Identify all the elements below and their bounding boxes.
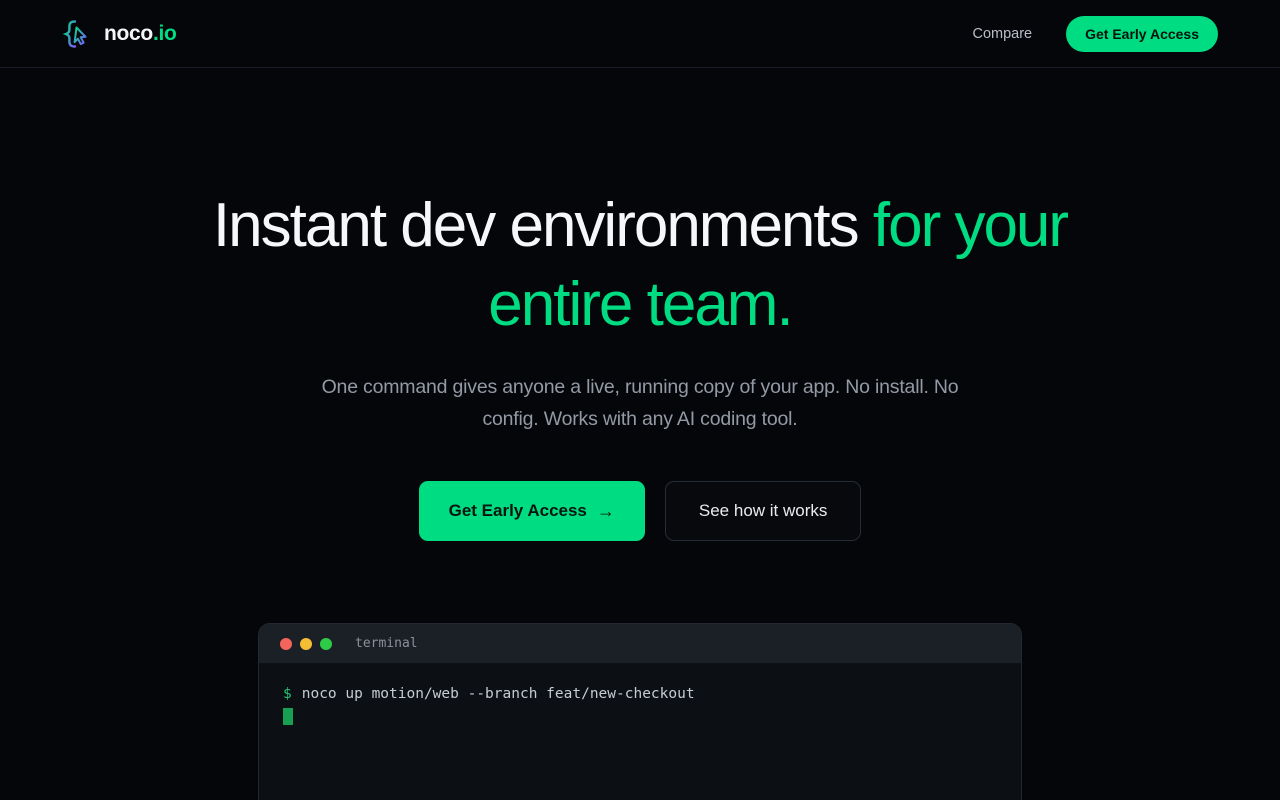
cta-row: Get Early Access → See how it works xyxy=(0,481,1280,541)
brand-name: noco.io xyxy=(104,21,177,45)
logo-curly-brace-cursor-icon xyxy=(62,17,94,51)
minimize-traffic-light-icon[interactable] xyxy=(300,637,312,650)
terminal-window: terminal $ noco up motion/web --branch fe… xyxy=(258,623,1022,800)
hero-section: Instant dev environments for your entire… xyxy=(0,68,1280,541)
terminal-command-line: $ noco up motion/web --branch feat/new-ch… xyxy=(283,684,997,705)
terminal-title: terminal xyxy=(355,636,418,651)
terminal-body[interactable]: $ noco up motion/web --branch feat/new-ch… xyxy=(259,664,1021,800)
landing-page: noco.io Compare Get Early Access Instant… xyxy=(0,0,1280,800)
terminal-prompt: $ xyxy=(283,686,292,702)
terminal-command: noco up motion/web --branch feat/new-che… xyxy=(301,686,695,702)
terminal-cursor xyxy=(283,708,293,725)
primary-cta-label: Get Early Access xyxy=(448,501,587,520)
get-early-access-button[interactable]: Get Early Access → xyxy=(418,481,645,541)
header-nav: Compare Get Early Access xyxy=(972,15,1218,52)
hero-title: Instant dev environments for your entire… xyxy=(190,186,1090,344)
brand-tld: .io xyxy=(152,21,177,45)
terminal-titlebar: terminal xyxy=(259,624,1021,664)
header-get-early-access-button[interactable]: Get Early Access xyxy=(1066,15,1218,52)
hero-subtitle: One command gives anyone a live, running… xyxy=(321,376,959,430)
arrow-right-icon: → xyxy=(596,501,615,521)
close-traffic-light-icon[interactable] xyxy=(280,637,292,650)
nav-link-compare[interactable]: Compare xyxy=(972,26,1032,42)
brand-logo[interactable]: noco.io xyxy=(62,17,177,51)
header: noco.io Compare Get Early Access xyxy=(0,0,1280,68)
see-how-it-works-button[interactable]: See how it works xyxy=(664,481,862,541)
hero-title-white: Instant dev environments xyxy=(212,191,860,260)
zoom-traffic-light-icon[interactable] xyxy=(320,637,332,650)
